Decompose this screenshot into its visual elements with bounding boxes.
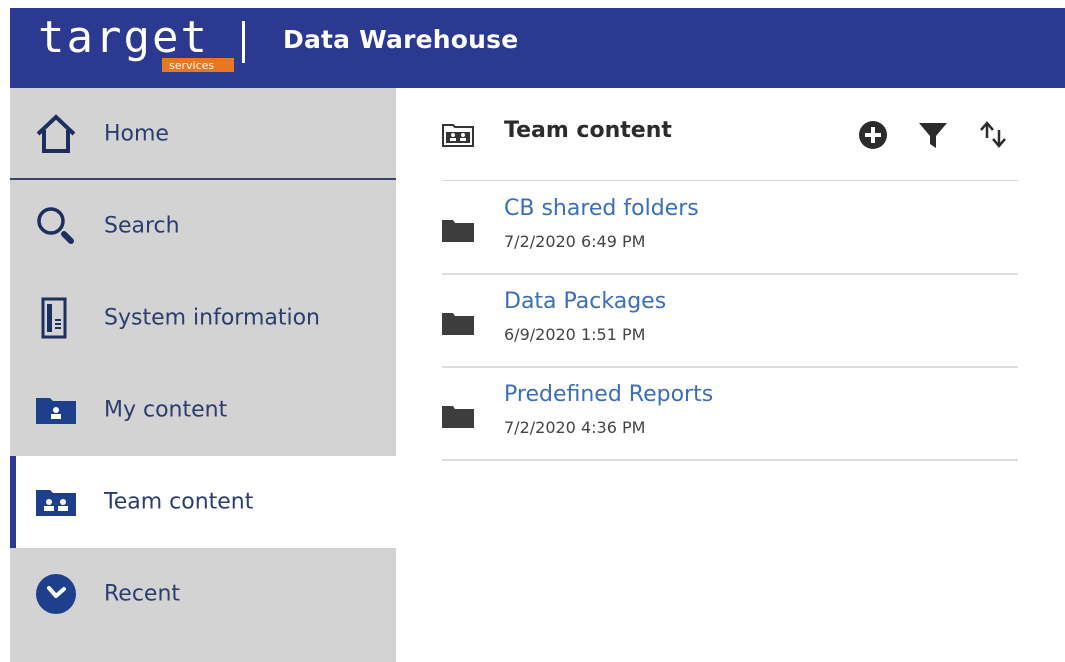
app-window: target services Data Warehouse Home Sear… [10,8,1065,662]
recent-icon [36,574,76,614]
sidebar-item-label: Team content [104,489,254,515]
sidebar-item-label: My content [104,397,228,423]
team-content-icon [36,490,76,516]
sidebar-item-label: Search [104,213,180,239]
item-date: 7/2/2020 6:49 PM [504,232,646,251]
list-item-cb-shared-folders[interactable]: CB shared folders 7/2/2020 6:49 PM [442,182,1018,275]
app-title: Data Warehouse [283,25,519,54]
sidebar-item-recent[interactable]: Recent [10,548,396,640]
sidebar-item-home[interactable]: Home [10,88,396,180]
sidebar: Home Search System information My conten… [10,88,396,662]
folder-icon [442,406,474,428]
sidebar-item-team-content[interactable]: Team content [10,456,396,548]
item-date: 7/2/2020 4:36 PM [504,418,646,437]
item-name[interactable]: Predefined Reports [504,382,713,407]
sidebar-item-label: Recent [104,581,181,607]
sidebar-item-system-information[interactable]: System information [10,272,396,364]
sort-icon[interactable] [976,118,1010,152]
home-icon [36,114,76,153]
sidebar-item-my-content[interactable]: My content [10,364,396,456]
my-content-icon [36,398,76,424]
add-circle-icon[interactable] [856,118,890,152]
page-title: Team content [504,118,672,143]
folder-icon [442,313,474,335]
folder-icon [442,220,474,242]
list-header-divider [442,180,1018,181]
sidebar-item-label: Home [104,121,169,147]
system-information-icon [41,297,67,339]
list-item-data-packages[interactable]: Data Packages 6/9/2020 1:51 PM [442,275,1018,368]
app-header: target services Data Warehouse [10,8,1065,88]
sidebar-item-search[interactable]: Search [10,180,396,272]
main-panel: Team content CB shared folders 7/2/2020 … [396,88,1065,662]
item-name[interactable]: Data Packages [504,289,666,314]
target-services-logo: target services [38,14,234,72]
logo-subtext: services [169,59,214,72]
item-name[interactable]: CB shared folders [504,196,699,221]
team-folder-icon [442,124,474,147]
list-item-predefined-reports[interactable]: Predefined Reports 7/2/2020 4:36 PM [442,368,1018,461]
search-icon [37,207,74,244]
filter-icon[interactable] [916,118,950,152]
logo-separator [242,21,245,63]
sidebar-item-label: System information [104,305,321,331]
logo-wordmark: target [38,14,209,63]
item-date: 6/9/2020 1:51 PM [504,325,646,344]
